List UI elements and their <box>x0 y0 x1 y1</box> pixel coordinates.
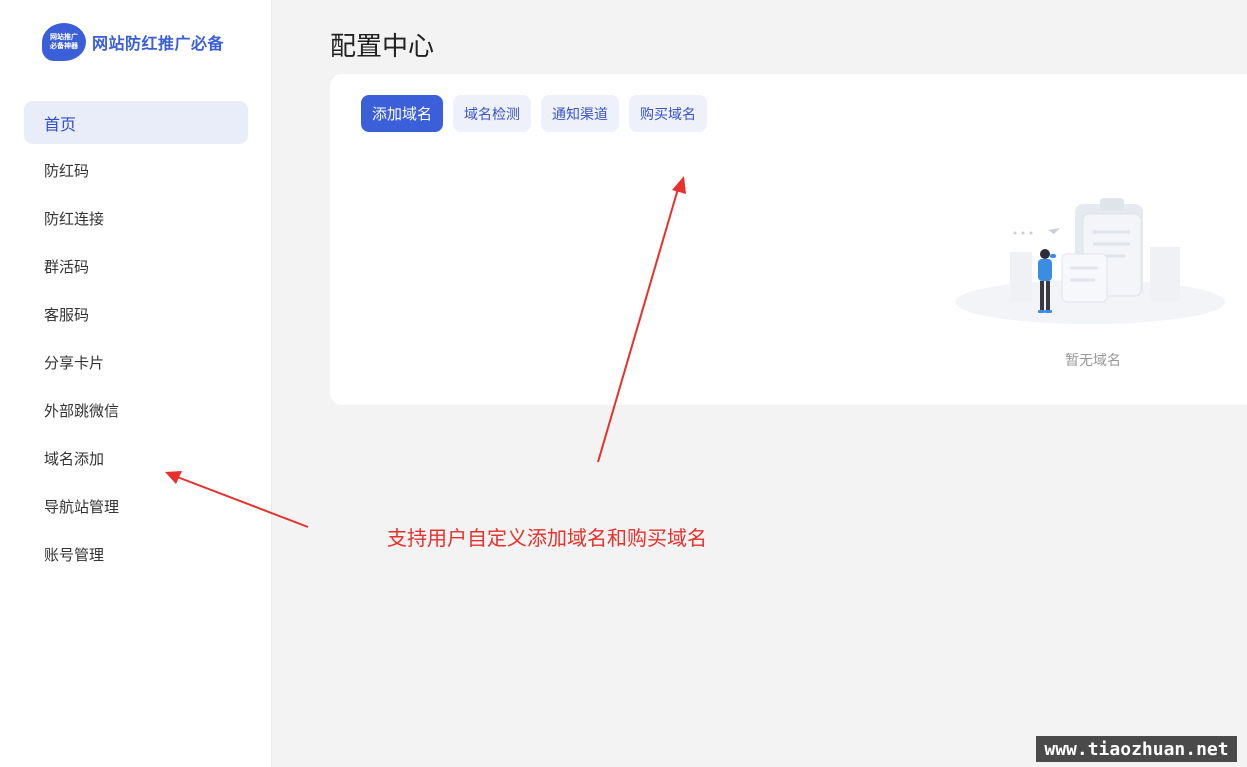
arrow-head-tab <box>672 176 686 194</box>
annotation-arrows <box>165 176 686 528</box>
annotation-text: 支持用户自定义添加域名和购买域名 <box>387 526 707 550</box>
arrow-to-buy-domain-tab <box>597 181 681 463</box>
arrow-to-domain-add-item <box>171 474 309 528</box>
watermark: www.tiaozhuan.net <box>1036 736 1237 762</box>
